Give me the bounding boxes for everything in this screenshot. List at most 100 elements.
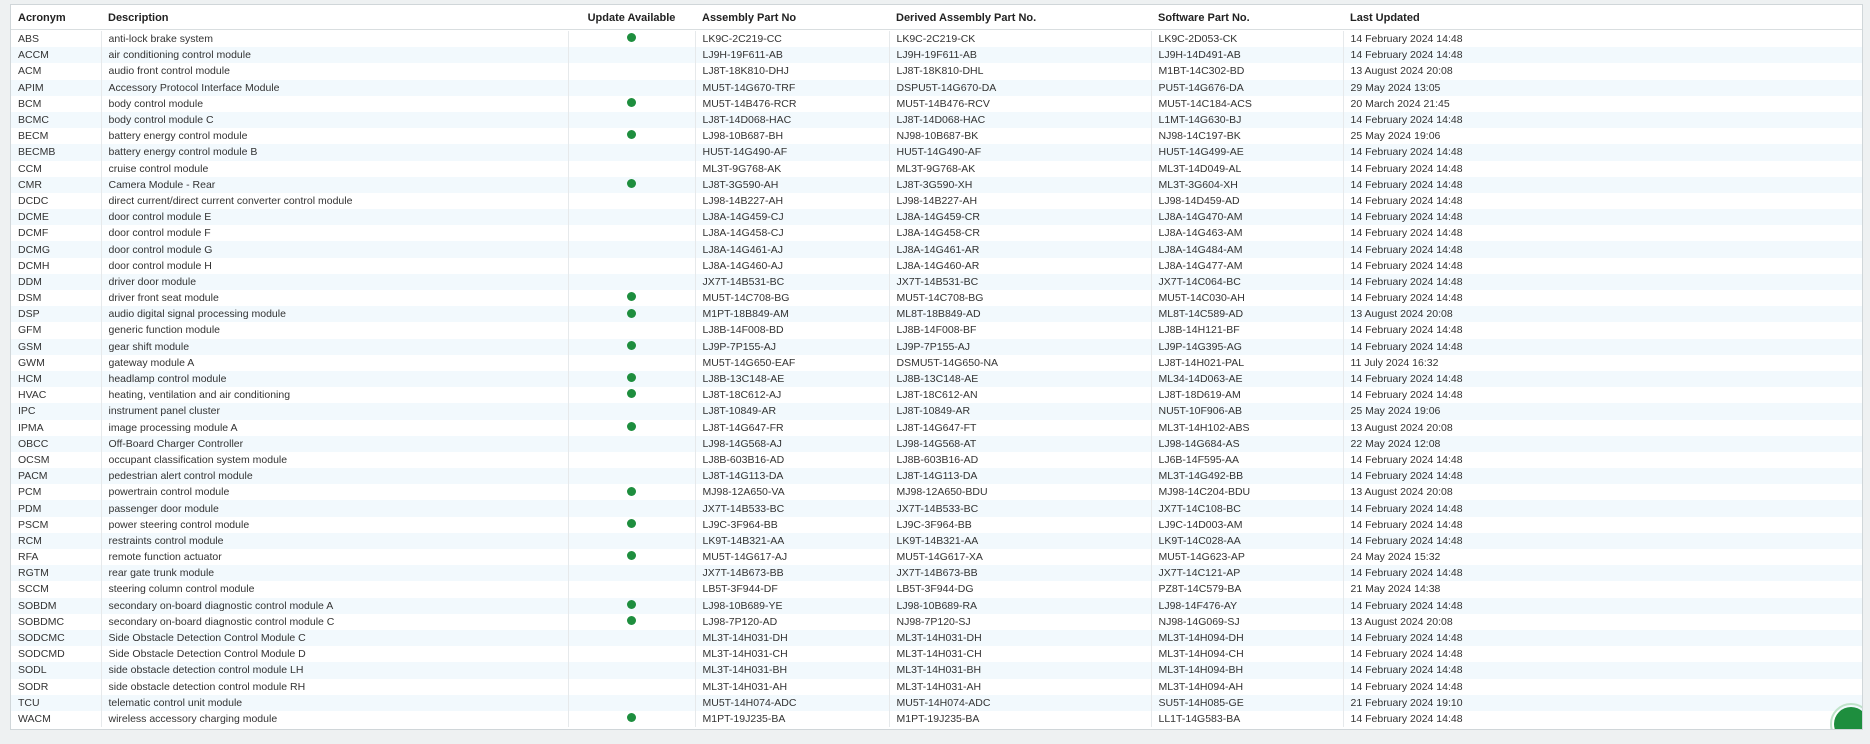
cell-description: gateway module A <box>100 354 568 371</box>
table-row[interactable]: DSM driver front seat module MU5T-14C708-B… <box>11 290 1862 307</box>
col-header-software-part-no[interactable]: Software Part No. <box>1151 5 1343 31</box>
table-row[interactable]: IPC instrument panel cluster LJ8T-10849-AR… <box>11 403 1862 420</box>
cell-derived-assembly-part-no: LJ98-14G568-AT <box>888 435 1151 452</box>
table-row[interactable]: DSP audio digital signal processing modul… <box>11 306 1862 323</box>
table-row[interactable]: RCM restraints control module LK9T-14B321-… <box>11 532 1862 549</box>
cell-description: driver door module <box>100 273 568 290</box>
cell-derived-assembly-part-no: LJ8T-14G113-DA <box>888 468 1151 485</box>
cell-update-available <box>567 273 695 290</box>
cell-last-updated: 14 February 2024 14:48 <box>1342 565 1862 582</box>
cell-description: anti-lock brake system <box>100 31 568 48</box>
cell-update-available <box>567 451 695 469</box>
table-row[interactable]: DCMG door control module G LJ8A-14G461-AJ L… <box>11 241 1862 258</box>
cell-derived-assembly-part-no: JX7T-14B673-BB <box>888 565 1151 582</box>
cell-assembly-part-no: MU5T-14B476-RCR <box>694 95 889 112</box>
cell-last-updated: 14 February 2024 14:48 <box>1342 144 1862 161</box>
table-row[interactable]: DCME door control module E LJ8A-14G459-CJ L… <box>11 209 1862 226</box>
update-available-dot-icon <box>627 130 636 140</box>
cell-software-part-no: NU5T-10F906-AB <box>1150 403 1343 420</box>
table-row[interactable]: PDM passenger door module JX7T-14B533-BC JX… <box>11 500 1862 517</box>
cell-description: battery energy control module <box>100 128 568 145</box>
cell-last-updated: 14 February 2024 14:48 <box>1342 322 1862 339</box>
cell-software-part-no: LJ8T-14H021-PAL <box>1150 354 1343 371</box>
table-row[interactable]: HCM headlamp control module LJ8B-13C148-AE… <box>11 370 1862 388</box>
cell-update-available <box>567 306 695 323</box>
table-row[interactable]: PACM pedestrian alert control module LJ8T-… <box>11 468 1862 485</box>
table-row[interactable]: BCMC body control module C LJ8T-14D068-HAC… <box>11 111 1862 129</box>
col-header-assembly-part-no[interactable]: Assembly Part No <box>695 5 889 31</box>
cell-assembly-part-no: JX7T-14B531-BC <box>694 273 889 290</box>
cell-description: Camera Module - Rear <box>100 176 568 193</box>
table-row[interactable]: SODL side obstacle detection control modu… <box>11 662 1862 679</box>
table-row[interactable]: DDM driver door module JX7T-14B531-BC JX7T-… <box>11 273 1862 290</box>
cell-last-updated: 14 February 2024 14:48 <box>1342 290 1862 307</box>
cell-description: door control module F <box>100 225 568 242</box>
table-row[interactable]: ABS anti-lock brake system LK9C-2C219-CC LK… <box>11 31 1862 48</box>
col-header-description[interactable]: Description <box>101 5 568 31</box>
table-row[interactable]: SODCMD Side Obstacle Detection Control Mo… <box>11 646 1862 663</box>
cell-last-updated: 13 August 2024 20:08 <box>1342 419 1862 436</box>
update-available-dot-icon <box>627 713 636 723</box>
table-row[interactable]: SODCMC Side Obstacle Detection Control Mo… <box>11 629 1862 647</box>
table-row[interactable]: SOBDMC secondary on-board diagnostic cont… <box>11 613 1862 630</box>
cell-description: cruise control module <box>100 160 568 177</box>
table-row[interactable]: SCCM steering column control module LB5T-3… <box>11 581 1862 598</box>
cell-last-updated: 14 February 2024 14:48 <box>1342 47 1862 64</box>
cell-description: powertrain control module <box>100 484 568 501</box>
cell-software-part-no: M1BT-14C302-BD <box>1150 63 1343 80</box>
cell-acronym: PCM <box>11 484 101 501</box>
cell-assembly-part-no: LJ8B-14F008-BD <box>694 322 889 339</box>
cell-software-part-no: L1MT-14G630-BJ <box>1150 111 1343 129</box>
table-row[interactable]: RFA remote function actuator MU5T-14G617-A… <box>11 549 1862 566</box>
cell-software-part-no: ML3T-14G492-BB <box>1150 468 1343 485</box>
table-row[interactable]: BCM body control module MU5T-14B476-RCR MU5… <box>11 95 1862 112</box>
table-row[interactable]: CMR Camera Module - Rear LJ8T-3G590-AH LJ8T… <box>11 176 1862 193</box>
header-divider <box>11 29 1862 30</box>
col-header-update-available[interactable]: Update Available <box>568 5 695 31</box>
cell-description: pedestrian alert control module <box>100 468 568 485</box>
table-row[interactable]: CCM cruise control module ML3T-9G768-AK ML3… <box>11 160 1862 177</box>
table-row[interactable]: RGTM rear gate trunk module JX7T-14B673-BB… <box>11 565 1862 582</box>
cell-derived-assembly-part-no: LJ8T-18C612-AN <box>888 387 1151 404</box>
cell-last-updated: 24 May 2024 15:32 <box>1342 549 1862 566</box>
cell-derived-assembly-part-no: ML8T-18B849-AD <box>888 306 1151 323</box>
table-row[interactable]: DCDC direct current/direct current conver… <box>11 192 1862 210</box>
table-row[interactable]: HVAC heating, ventilation and air conditi… <box>11 387 1862 404</box>
table-row[interactable]: PSCM power steering control module LJ9C-3F… <box>11 516 1862 533</box>
col-header-acronym[interactable]: Acronym <box>11 5 101 31</box>
cell-last-updated: 14 February 2024 14:48 <box>1342 111 1862 129</box>
table-row[interactable]: SODR side obstacle detection control modu… <box>11 678 1862 695</box>
table-row[interactable]: TCU telematic control unit module MU5T-14H… <box>11 694 1862 711</box>
table-row[interactable]: WACM wireless accessory charging module M1… <box>11 710 1862 728</box>
table-row[interactable]: DCMF door control module F LJ8A-14G458-CJ L… <box>11 225 1862 242</box>
cell-software-part-no: LJ98-14F476-AY <box>1150 597 1343 614</box>
table-row[interactable]: OBCC Off-Board Charger Controller LJ98-14G… <box>11 435 1862 452</box>
table-row[interactable]: ACCM air conditioning control module LJ9H-… <box>11 47 1862 64</box>
cell-software-part-no: ML3T-14H094-DH <box>1150 629 1343 647</box>
cell-assembly-part-no: ML3T-14H031-BH <box>694 662 889 679</box>
cell-software-part-no: ML8T-14C589-AD <box>1150 306 1343 323</box>
cell-update-available <box>567 290 695 307</box>
cell-assembly-part-no: LJ9H-19F611-AB <box>694 47 889 64</box>
cell-last-updated: 14 February 2024 14:48 <box>1342 338 1862 355</box>
table-row[interactable]: IPMA image processing module A LJ8T-14G647… <box>11 419 1862 436</box>
cell-update-available <box>567 31 695 48</box>
table-row[interactable]: OCSM occupant classification system modul… <box>11 451 1862 469</box>
table-row[interactable]: BECM battery energy control module LJ98-10… <box>11 128 1862 145</box>
table-row[interactable]: PCM powertrain control module MJ98-12A650-… <box>11 484 1862 501</box>
col-header-last-updated[interactable]: Last Updated <box>1343 5 1862 31</box>
cell-last-updated: 14 February 2024 14:48 <box>1342 387 1862 404</box>
table-row[interactable]: SOBDM secondary on-board diagnostic contr… <box>11 597 1862 614</box>
table-row[interactable]: ACM audio front control module LJ8T-18K810… <box>11 63 1862 80</box>
cell-acronym: WACM <box>11 710 101 728</box>
table-row[interactable]: GFM generic function module LJ8B-14F008-BD… <box>11 322 1862 339</box>
cell-assembly-part-no: MJ98-12A650-VA <box>694 484 889 501</box>
col-header-derived-assembly-part-no[interactable]: Derived Assembly Part No. <box>889 5 1151 31</box>
cell-description: Side Obstacle Detection Control Module C <box>100 629 568 647</box>
cell-description: Accessory Protocol Interface Module <box>100 79 568 96</box>
table-row[interactable]: GWM gateway module A MU5T-14G650-EAF DSMU5T… <box>11 354 1862 371</box>
table-row[interactable]: DCMH door control module H LJ8A-14G460-AJ L… <box>11 257 1862 274</box>
table-row[interactable]: APIM Accessory Protocol Interface Module M… <box>11 79 1862 96</box>
table-row[interactable]: BECMB battery energy control module B HU5T… <box>11 144 1862 161</box>
table-row[interactable]: GSM gear shift module LJ9P-7P155-AJ LJ9P-7P… <box>11 338 1862 355</box>
